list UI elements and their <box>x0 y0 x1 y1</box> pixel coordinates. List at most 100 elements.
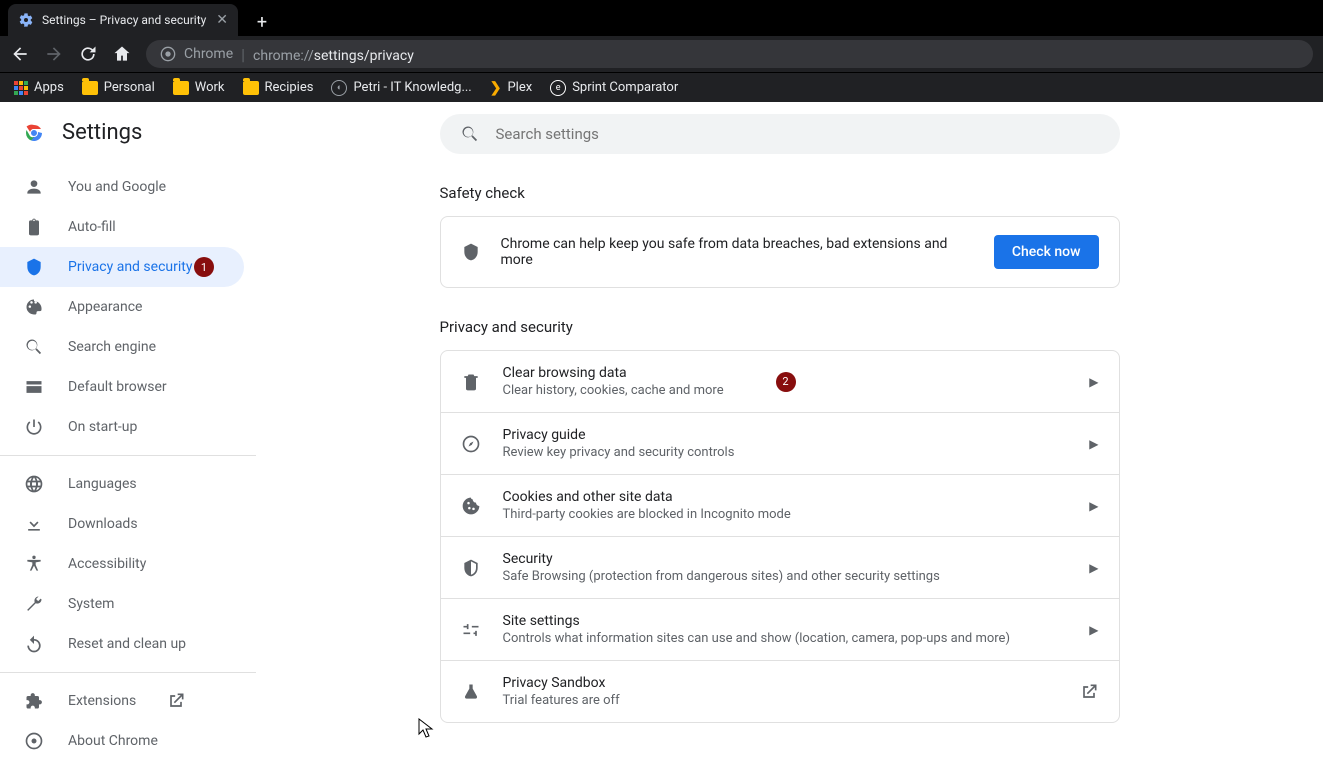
bookmark-label: Personal <box>104 80 155 95</box>
external-link-icon <box>166 691 186 711</box>
reload-button[interactable] <box>78 44 98 64</box>
bookmark-label: Work <box>195 80 225 95</box>
bookmark-label: Petri - IT Knowledg... <box>353 80 471 95</box>
sidebar-item-about-chrome[interactable]: About Chrome <box>0 721 244 761</box>
sidebar-item-auto-fill[interactable]: Auto-fill <box>0 207 244 247</box>
sidebar-item-label: Languages <box>68 476 137 492</box>
sidebar-item-appearance[interactable]: Appearance <box>0 287 244 327</box>
sidebar-item-you-and-google[interactable]: You and Google <box>0 167 244 207</box>
globe-icon <box>24 474 44 494</box>
home-button[interactable] <box>112 44 132 64</box>
sidebar-item-label: Downloads <box>68 516 138 532</box>
sidebar-item-label: Extensions <box>68 693 136 709</box>
sidebar-item-label: About Chrome <box>68 733 158 749</box>
sidebar-item-search-engine[interactable]: Search engine <box>0 327 244 367</box>
settings-row-site-settings[interactable]: Site settingsControls what information s… <box>441 598 1119 660</box>
settings-gear-icon <box>18 12 34 28</box>
sidebar-item-reset-and-clean-up[interactable]: Reset and clean up <box>0 624 244 664</box>
sliders-icon <box>461 620 481 640</box>
bookmark-item[interactable]: Work <box>173 80 225 95</box>
back-button[interactable] <box>10 44 30 64</box>
new-tab-button[interactable]: + <box>248 8 276 36</box>
compass-icon <box>461 434 481 454</box>
address-bar[interactable]: Chrome | chrome://settings/privacy <box>146 40 1313 68</box>
bookmarks-bar: Apps Personal Work Recipies ◐ Petri - IT Know… <box>0 72 1323 102</box>
sidebar-item-default-browser[interactable]: Default browser <box>0 367 244 407</box>
safety-check-text: Chrome can help keep you safe from data … <box>501 236 974 268</box>
chevron-right-icon: ▶ <box>1089 499 1098 513</box>
search-input[interactable] <box>496 125 1100 143</box>
sidebar-item-label: Reset and clean up <box>68 636 186 652</box>
address-prefix: Chrome <box>184 46 233 62</box>
settings-row-security[interactable]: Security Safe Browsing (protection from d… <box>441 536 1119 598</box>
row-title: Cookies and other site data <box>503 489 1068 505</box>
sidebar-item-downloads[interactable]: Downloads <box>0 504 244 544</box>
safety-check-card: Chrome can help keep you safe from data … <box>440 216 1120 288</box>
safety-check-heading: Safety check <box>440 184 1120 202</box>
site-icon: ◐ <box>331 80 347 96</box>
sidebar-item-accessibility[interactable]: Accessibility <box>0 544 244 584</box>
chevron-right-icon: ▶ <box>1089 561 1098 575</box>
clipboard-icon <box>24 217 44 237</box>
sidebar-item-label: On start-up <box>68 419 137 435</box>
chrome-logo-icon <box>22 121 46 145</box>
chromeicon-icon <box>24 731 44 751</box>
close-icon[interactable]: ✕ <box>216 13 228 27</box>
puzzle-icon <box>24 691 44 711</box>
bookmark-label: Recipies <box>265 80 314 95</box>
row-subtitle: Review key privacy and security controls <box>503 445 1068 460</box>
sidebar-item-system[interactable]: System <box>0 584 244 624</box>
settings-row-clear-browsing-data[interactable]: Clear browsing dataClear history, cookie… <box>441 351 1119 412</box>
row-subtitle: Trial features are off <box>503 693 1057 708</box>
settings-header: Settings <box>0 102 256 163</box>
accessibility-icon <box>24 554 44 574</box>
flask-icon <box>461 682 481 702</box>
row-title: Security <box>503 551 1068 567</box>
bookmark-item[interactable]: eSprint Comparator <box>550 80 678 96</box>
settings-row-cookies-and-other-site-data[interactable]: Cookies and other site dataThird-party c… <box>441 474 1119 536</box>
plex-icon: ❯ <box>490 80 502 96</box>
settings-row-privacy-guide[interactable]: Privacy guideReview key privacy and secu… <box>441 412 1119 474</box>
wrench-icon <box>24 594 44 614</box>
folder-icon <box>82 81 98 95</box>
forward-button[interactable] <box>44 44 64 64</box>
sidebar-item-privacy-and-security[interactable]: Privacy and security1 <box>0 247 244 287</box>
sidebar-item-label: You and Google <box>68 179 166 195</box>
settings-row-privacy-sandbox[interactable]: Privacy Sandbox Trial features are off <box>441 660 1119 722</box>
trash-icon <box>461 372 481 392</box>
search-settings[interactable] <box>440 114 1120 154</box>
settings-page: Settings You and GoogleAuto-fillPrivacy … <box>0 102 1323 770</box>
sidebar-item-languages[interactable]: Languages <box>0 464 244 504</box>
bookmark-label: Sprint Comparator <box>572 80 678 95</box>
shield2-icon <box>461 558 481 578</box>
bookmark-item[interactable]: ❯Plex <box>490 80 532 96</box>
bookmark-item[interactable]: Apps <box>14 80 64 95</box>
palette-icon <box>24 297 44 317</box>
sidebar-item-label: Search engine <box>68 339 156 355</box>
tab-title: Settings – Privacy and security <box>42 13 208 27</box>
search-icon <box>460 124 480 144</box>
row-title: Privacy Sandbox <box>503 675 1057 691</box>
chrome-small-icon <box>160 46 176 62</box>
settings-sidebar: Settings You and Google Auto-fillPrivacy … <box>0 102 256 770</box>
row-title: Site settings <box>503 613 1068 629</box>
row-subtitle: Safe Browsing (protection from dangerous… <box>503 569 1068 584</box>
privacy-security-heading: Privacy and security <box>440 318 1120 336</box>
bookmark-item[interactable]: Recipies <box>243 80 314 95</box>
tab-bar: Settings – Privacy and security ✕ + <box>0 0 1323 36</box>
privacy-security-card: Clear browsing dataClear history, cookie… <box>440 350 1120 723</box>
sidebar-item-extensions[interactable]: Extensions <box>0 681 244 721</box>
sidebar-item-label: Appearance <box>68 299 142 315</box>
sidebar-item-label: Accessibility <box>68 556 146 572</box>
check-now-button[interactable]: Check now <box>994 235 1099 269</box>
shield-icon <box>24 257 44 277</box>
bookmark-item[interactable]: Personal <box>82 80 155 95</box>
browser-chrome: Settings – Privacy and security ✕ + Chro… <box>0 0 1323 102</box>
person-icon <box>24 177 44 197</box>
bookmark-item[interactable]: ◐ Petri - IT Knowledg... <box>331 80 471 96</box>
sidebar-item-on-start-up[interactable]: On start-up <box>0 407 244 447</box>
chevron-right-icon: ▶ <box>1089 623 1098 637</box>
page-title: Settings <box>62 120 142 145</box>
browser-tab[interactable]: Settings – Privacy and security ✕ <box>8 4 238 36</box>
power-icon <box>24 417 44 437</box>
